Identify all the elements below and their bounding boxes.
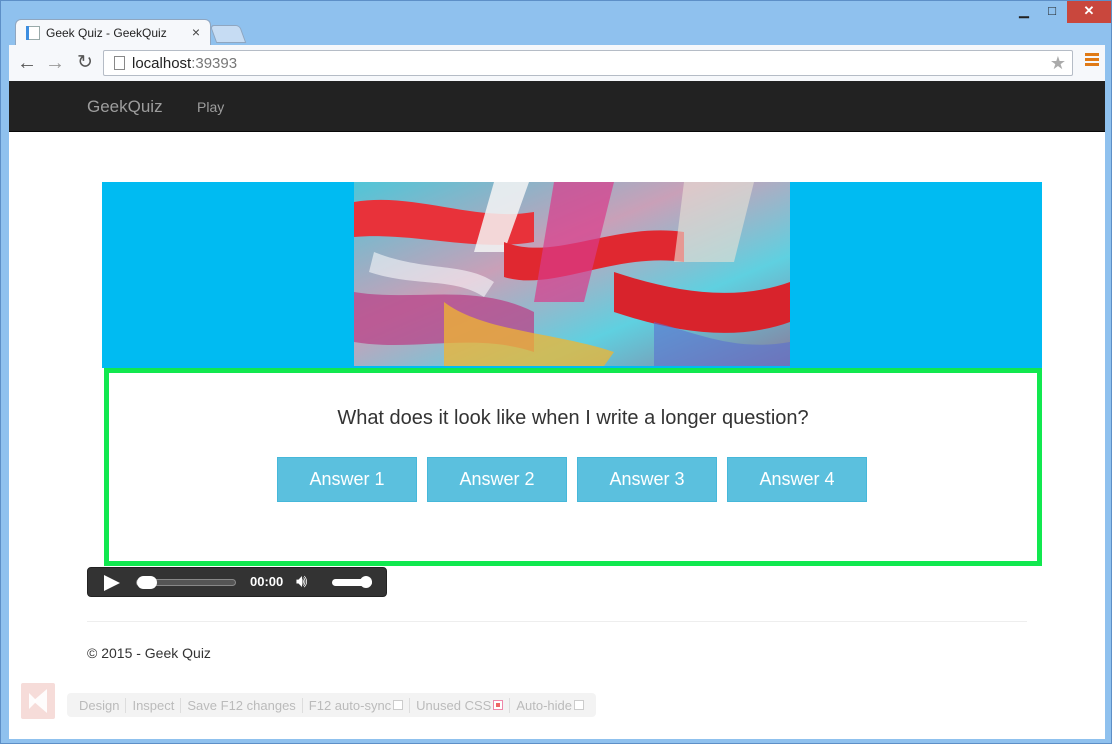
browserlink-save-f12[interactable]: Save F12 changes	[181, 697, 303, 713]
unused-css-checkbox[interactable]	[493, 700, 504, 710]
volume-handle[interactable]	[360, 576, 372, 588]
minimize-button[interactable]: ▁	[1011, 1, 1037, 23]
footer-copyright: © 2015 - Geek Quiz	[87, 645, 211, 661]
url-text[interactable]: localhost:39393	[132, 55, 237, 72]
question-card: What does it look like when I write a lo…	[104, 368, 1042, 566]
browserlink-inspect[interactable]: Inspect	[126, 697, 182, 713]
page-viewport: GeekQuiz Play What does it look like whe…	[9, 81, 1105, 739]
title-bar: Geek Quiz - GeekQuiz × ▁ □ ✕	[1, 1, 1111, 45]
browser-toolbar: ← → ↻ localhost:39393 ★	[9, 45, 1105, 81]
browser-link-toolbar: Design Inspect Save F12 changes F12 auto…	[67, 693, 596, 717]
site-navbar: GeekQuiz Play	[9, 81, 1105, 132]
answer-4-button[interactable]: Answer 4	[727, 457, 867, 502]
new-tab-button[interactable]	[209, 25, 247, 43]
bookmark-star-icon[interactable]: ★	[1050, 53, 1066, 74]
seek-handle[interactable]	[137, 576, 157, 589]
play-icon[interactable]	[104, 575, 120, 591]
tab-title: Geek Quiz - GeekQuiz	[46, 26, 167, 40]
chrome-menu-icon[interactable]	[1085, 53, 1099, 69]
reload-icon[interactable]: ↻	[73, 51, 97, 75]
current-time: 00:00	[250, 574, 284, 589]
abstract-paint-image	[354, 182, 790, 366]
answer-1-button[interactable]: Answer 1	[277, 457, 417, 502]
quiz-banner	[102, 182, 1042, 368]
browser-window: Geek Quiz - GeekQuiz × ▁ □ ✕ ← → ↻ local…	[0, 0, 1112, 744]
page-favicon-icon	[26, 26, 40, 40]
answer-2-button[interactable]: Answer 2	[427, 457, 567, 502]
answer-3-button[interactable]: Answer 3	[577, 457, 717, 502]
visual-studio-logo-icon[interactable]	[21, 683, 55, 719]
f12-autosync-checkbox[interactable]	[393, 700, 404, 710]
address-bar[interactable]: localhost:39393 ★	[103, 50, 1073, 76]
forward-arrow-icon[interactable]: →	[43, 51, 67, 75]
site-brand-link[interactable]: GeekQuiz	[87, 97, 163, 117]
maximize-button[interactable]: □	[1039, 1, 1065, 23]
nav-link-play[interactable]: Play	[197, 99, 224, 115]
close-window-button[interactable]: ✕	[1067, 1, 1111, 23]
tab-close-icon[interactable]: ×	[192, 24, 200, 40]
question-text: What does it look like when I write a lo…	[337, 407, 809, 429]
volume-icon[interactable]: 🔊︎	[296, 571, 307, 592]
browserlink-autohide[interactable]: Auto-hide	[510, 698, 590, 713]
browserlink-f12-autosync[interactable]: F12 auto-sync	[303, 697, 411, 713]
browserlink-unused-css[interactable]: Unused CSS	[410, 697, 511, 713]
back-arrow-icon[interactable]: ←	[15, 51, 39, 75]
audio-player: 00:00 🔊︎	[87, 567, 387, 597]
page-icon	[114, 56, 125, 70]
browser-tab[interactable]: Geek Quiz - GeekQuiz ×	[15, 19, 211, 45]
autohide-checkbox[interactable]	[573, 700, 584, 710]
footer-divider	[87, 621, 1027, 622]
browserlink-design[interactable]: Design	[73, 697, 127, 713]
